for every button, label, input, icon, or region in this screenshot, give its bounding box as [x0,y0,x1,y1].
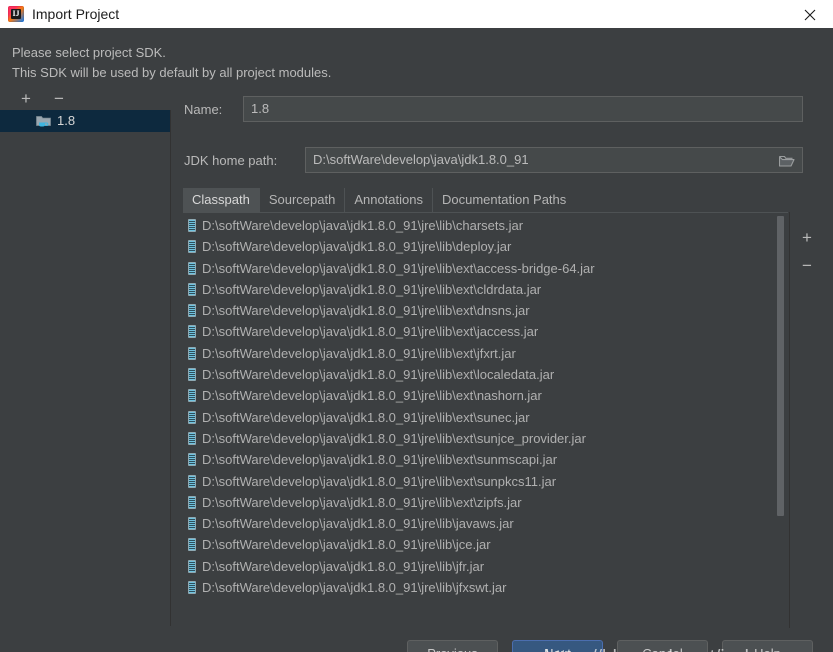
classpath-scrollbar-thumb[interactable] [777,216,784,516]
classpath-row-label: D:\softWare\develop\java\jdk1.8.0_91\jre… [202,409,530,425]
name-input[interactable]: 1.8 [243,96,803,122]
intellij-idea-icon-glyph: IJ [12,9,20,18]
sdk-list-item-1-8[interactable]: 1.8 [0,110,170,132]
classpath-row[interactable]: D:\softWare\develop\java\jdk1.8.0_91\jre… [183,449,772,470]
next-button-label: ext [554,646,571,652]
classpath-list: D:\softWare\develop\java\jdk1.8.0_91\jre… [183,212,788,629]
classpath-row[interactable]: D:\softWare\develop\java\jdk1.8.0_91\jre… [183,407,772,428]
jar-file-icon [188,304,196,318]
classpath-row-label: D:\softWare\develop\java\jdk1.8.0_91\jre… [202,367,555,383]
classpath-row-label: D:\softWare\develop\java\jdk1.8.0_91\jre… [202,260,595,276]
hint-line-2: This SDK will be used by default by all … [12,65,332,80]
classpath-row[interactable]: D:\softWare\develop\java\jdk1.8.0_91\jre… [183,236,772,257]
classpath-row-label: D:\softWare\develop\java\jdk1.8.0_91\jre… [202,218,524,233]
jar-file-icon [188,517,196,531]
classpath-row[interactable]: D:\softWare\develop\java\jdk1.8.0_91\jre… [183,385,772,406]
java-sdk-folder-icon [36,114,51,128]
jar-file-icon [188,431,196,445]
classpath-row-label: D:\softWare\develop\java\jdk1.8.0_91\jre… [202,537,491,553]
classpath-row-label: D:\softWare\develop\java\jdk1.8.0_91\jre… [202,324,539,340]
classpath-row[interactable]: D:\softWare\develop\java\jdk1.8.0_91\jre… [183,471,772,492]
jar-file-icon [188,559,196,573]
jar-file-icon [188,453,196,467]
add-sdk-button[interactable]: + [15,88,37,110]
classpath-row-label: D:\softWare\develop\java\jdk1.8.0_91\jre… [202,239,512,255]
jar-file-icon [188,325,196,339]
sdk-list-item-label: 1.8 [57,113,76,128]
classpath-list-rows: D:\softWare\develop\java\jdk1.8.0_91\jre… [183,215,772,598]
classpath-row[interactable]: D:\softWare\develop\java\jdk1.8.0_91\jre… [183,492,772,513]
paths-tabs: Classpath Sourcepath Annotations Documen… [183,188,576,212]
jar-file-icon [188,240,196,254]
classpath-row[interactable]: D:\softWare\develop\java\jdk1.8.0_91\jre… [183,364,772,385]
previous-button[interactable]: Previous [407,640,498,652]
jar-file-icon [188,389,196,403]
classpath-row-label: D:\softWare\develop\java\jdk1.8.0_91\jre… [202,494,522,510]
jar-file-icon [188,538,196,552]
folder-icon[interactable] [771,147,803,173]
jar-file-icon [188,282,196,296]
previous-button-mnemonic: P [427,646,436,652]
classpath-row[interactable]: D:\softWare\develop\java\jdk1.8.0_91\jre… [183,513,772,534]
jar-file-icon [188,261,196,275]
next-button-mnemonic: N [544,646,553,652]
jar-file-icon [188,219,196,232]
classpath-row[interactable]: D:\softWare\develop\java\jdk1.8.0_91\jre… [183,215,772,236]
classpath-row-label: D:\softWare\develop\java\jdk1.8.0_91\jre… [202,558,485,574]
jar-file-icon [188,346,196,360]
classpath-row-label: D:\softWare\develop\java\jdk1.8.0_91\jre… [202,388,542,404]
classpath-row-label: D:\softWare\develop\java\jdk1.8.0_91\jre… [202,345,516,361]
classpath-row[interactable]: D:\softWare\develop\java\jdk1.8.0_91\jre… [183,279,772,300]
tab-documentation-paths[interactable]: Documentation Paths [432,188,576,212]
previous-button-label: revious [436,646,478,652]
help-button[interactable]: Help [722,640,813,652]
classpath-row-label: D:\softWare\develop\java\jdk1.8.0_91\jre… [202,516,514,532]
title-bar: IJ Import Project [0,0,833,29]
classpath-row-label: D:\softWare\develop\java\jdk1.8.0_91\jre… [202,303,530,319]
intellij-idea-icon: IJ [8,6,24,22]
jdk-home-path-input[interactable]: D:\softWare\develop\java\jdk1.8.0_91 [305,147,803,173]
classpath-row[interactable]: D:\softWare\develop\java\jdk1.8.0_91\jre… [183,577,772,598]
remove-sdk-button[interactable]: − [48,88,70,110]
next-button[interactable]: Next [512,640,603,652]
jar-file-icon [188,410,196,424]
add-classpath-entry-button[interactable]: + [795,226,819,250]
classpath-row[interactable]: D:\softWare\develop\java\jdk1.8.0_91\jre… [183,321,772,342]
dialog-body: Please select project SDK. This SDK will… [0,28,833,652]
classpath-row[interactable]: D:\softWare\develop\java\jdk1.8.0_91\jre… [183,300,772,321]
hint-line-1: Please select project SDK. [12,45,166,60]
classpath-row[interactable]: D:\softWare\develop\java\jdk1.8.0_91\jre… [183,258,772,279]
jar-file-icon [188,495,196,509]
classpath-row[interactable]: D:\softWare\develop\java\jdk1.8.0_91\jre… [183,556,772,577]
classpath-row-label: D:\softWare\develop\java\jdk1.8.0_91\jre… [202,473,557,489]
jdk-home-path-label: JDK home path: [184,153,278,168]
classpath-row[interactable]: D:\softWare\develop\java\jdk1.8.0_91\jre… [183,534,772,555]
tab-annotations[interactable]: Annotations [345,188,433,212]
import-project-dialog: IJ Import Project Please select project … [0,0,833,652]
classpath-row-label: D:\softWare\develop\java\jdk1.8.0_91\jre… [202,580,507,596]
classpath-row-label: D:\softWare\develop\java\jdk1.8.0_91\jre… [202,430,586,446]
jar-file-icon [188,368,196,382]
classpath-row-label: D:\softWare\develop\java\jdk1.8.0_91\jre… [202,281,542,297]
remove-classpath-entry-button[interactable]: − [795,254,819,278]
close-icon[interactable] [787,0,833,28]
tab-sourcepath[interactable]: Sourcepath [259,188,346,212]
window-title: Import Project [32,6,120,22]
sdk-list: 1.8 [0,110,171,626]
classpath-row[interactable]: D:\softWare\develop\java\jdk1.8.0_91\jre… [183,343,772,364]
jar-file-icon [188,581,196,595]
jar-file-icon [188,474,196,488]
tab-classpath[interactable]: Classpath [183,188,260,212]
cancel-button[interactable]: Cancel [617,640,708,652]
classpath-row[interactable]: D:\softWare\develop\java\jdk1.8.0_91\jre… [183,428,772,449]
classpath-toolbar: + − [789,212,833,628]
classpath-row-label: D:\softWare\develop\java\jdk1.8.0_91\jre… [202,452,558,468]
name-label: Name: [184,102,223,117]
